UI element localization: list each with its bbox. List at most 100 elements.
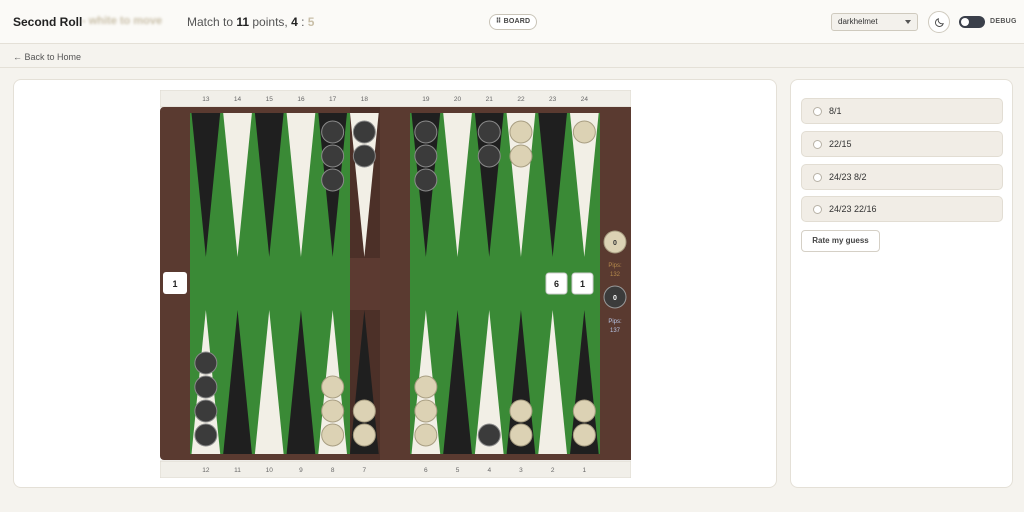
match-suffix: points, bbox=[249, 15, 292, 29]
match-points: 11 bbox=[236, 15, 250, 29]
radio-button[interactable] bbox=[813, 107, 822, 116]
point-number: 20 bbox=[454, 96, 462, 103]
white-checker bbox=[321, 375, 345, 399]
black-checker bbox=[414, 120, 438, 144]
center-bar-highlight bbox=[350, 258, 380, 310]
black-checker bbox=[321, 120, 345, 144]
moves-panel: 8/1 22/15 24/23 8/2 24/23 22/16 Rate my … bbox=[790, 79, 1013, 488]
point-number: 18 bbox=[361, 96, 369, 103]
black-checker bbox=[352, 144, 376, 168]
white-checker bbox=[414, 399, 438, 423]
score-player-1: 4 bbox=[291, 15, 298, 29]
point-number: 1 bbox=[583, 467, 587, 474]
move-option-label: 24/23 22/16 bbox=[829, 204, 877, 214]
black-checker bbox=[477, 120, 501, 144]
black-checker bbox=[321, 144, 345, 168]
white-checker bbox=[321, 423, 345, 447]
board-button[interactable]: ⠿ BOARD bbox=[489, 14, 537, 30]
match-prefix: Match to bbox=[187, 15, 237, 29]
black-checker bbox=[352, 120, 376, 144]
black-pips-label: Pips: bbox=[608, 319, 622, 325]
white-checker bbox=[509, 423, 533, 447]
point-number: 6 bbox=[424, 467, 428, 474]
point-number: 15 bbox=[266, 96, 274, 103]
point-number: 16 bbox=[297, 96, 305, 103]
white-borne-off-value: 0 bbox=[613, 240, 617, 247]
bottom-number-strip bbox=[160, 460, 631, 478]
white-checker bbox=[509, 144, 533, 168]
move-option-4[interactable]: 24/23 22/16 bbox=[801, 196, 1003, 222]
theme-toggle-button[interactable] bbox=[928, 11, 950, 33]
point-number: 7 bbox=[363, 467, 367, 474]
header-bar: Second Roll - white to move Match to 11 … bbox=[0, 0, 1024, 44]
point-number: 12 bbox=[202, 467, 210, 474]
white-checker bbox=[509, 120, 533, 144]
chevron-down-icon bbox=[905, 20, 911, 24]
black-checker bbox=[194, 351, 218, 375]
die-value: 1 bbox=[580, 279, 585, 289]
debug-label: DEBUG bbox=[990, 18, 1017, 25]
moon-icon bbox=[935, 18, 944, 27]
point-number: 14 bbox=[234, 96, 242, 103]
white-pips-value: 132 bbox=[610, 272, 621, 278]
point-number: 5 bbox=[456, 467, 460, 474]
move-option-1[interactable]: 8/1 bbox=[801, 98, 1003, 124]
white-checker bbox=[352, 399, 376, 423]
user-select-value: darkhelmet bbox=[838, 17, 878, 26]
black-checker bbox=[194, 423, 218, 447]
move-option-label: 24/23 8/2 bbox=[829, 172, 867, 182]
point-number: 22 bbox=[517, 96, 525, 103]
white-checker bbox=[414, 375, 438, 399]
radio-button[interactable] bbox=[813, 205, 822, 214]
black-borne-off-value: 0 bbox=[613, 295, 617, 302]
turn-indicator: - white to move bbox=[82, 15, 163, 27]
rate-guess-button[interactable]: Rate my guess bbox=[801, 230, 880, 252]
white-checker bbox=[572, 120, 596, 144]
white-checker bbox=[321, 399, 345, 423]
point-number: 13 bbox=[202, 96, 210, 103]
radio-button[interactable] bbox=[813, 173, 822, 182]
point-number: 19 bbox=[422, 96, 430, 103]
debug-toggle[interactable] bbox=[959, 16, 985, 28]
black-checker bbox=[477, 423, 501, 447]
back-to-home-link[interactable]: ← Back to Home bbox=[13, 52, 81, 62]
top-number-strip bbox=[160, 90, 631, 108]
white-checker bbox=[509, 399, 533, 423]
match-info: Match to 11 points, 4 : 5 bbox=[187, 15, 314, 29]
user-select[interactable]: darkhelmet bbox=[831, 13, 918, 31]
black-checker bbox=[477, 144, 501, 168]
point-number: 24 bbox=[581, 96, 589, 103]
move-option-2[interactable]: 22/15 bbox=[801, 131, 1003, 157]
black-checker bbox=[414, 144, 438, 168]
black-pips-value: 137 bbox=[610, 328, 621, 334]
white-checker bbox=[572, 399, 596, 423]
score-player-2: 5 bbox=[307, 15, 315, 29]
black-checker bbox=[194, 375, 218, 399]
radio-button[interactable] bbox=[813, 140, 822, 149]
black-checker bbox=[321, 168, 345, 192]
move-option-label: 22/15 bbox=[829, 139, 852, 149]
doubling-cube-value: 1 bbox=[172, 279, 177, 289]
point-number: 3 bbox=[519, 467, 523, 474]
bear-off-tray bbox=[600, 107, 631, 460]
nav-bar: ← Back to Home bbox=[0, 45, 1024, 68]
point-number: 4 bbox=[487, 467, 491, 474]
black-checker bbox=[414, 168, 438, 192]
white-checker bbox=[414, 423, 438, 447]
page-title: Second Roll bbox=[13, 15, 83, 29]
point-number: 11 bbox=[234, 467, 241, 474]
point-number: 2 bbox=[551, 467, 555, 474]
white-checker bbox=[352, 423, 376, 447]
point-number: 8 bbox=[331, 467, 335, 474]
point-number: 9 bbox=[299, 467, 303, 474]
score-separator: : bbox=[297, 15, 308, 29]
die-value: 6 bbox=[554, 279, 559, 289]
move-option-label: 8/1 bbox=[829, 106, 842, 116]
move-option-3[interactable]: 24/23 8/2 bbox=[801, 164, 1003, 190]
white-pips-label: Pips: bbox=[608, 263, 622, 269]
point-number: 21 bbox=[486, 96, 494, 103]
debug-toggle-knob bbox=[961, 18, 969, 26]
black-checker bbox=[194, 399, 218, 423]
backgammon-board: 13 14 15 16 17 18 19 20 21 22 23 2412 11 10 9 8 7 6 5 4 3 2 11… bbox=[160, 90, 631, 478]
point-number: 10 bbox=[266, 467, 274, 474]
